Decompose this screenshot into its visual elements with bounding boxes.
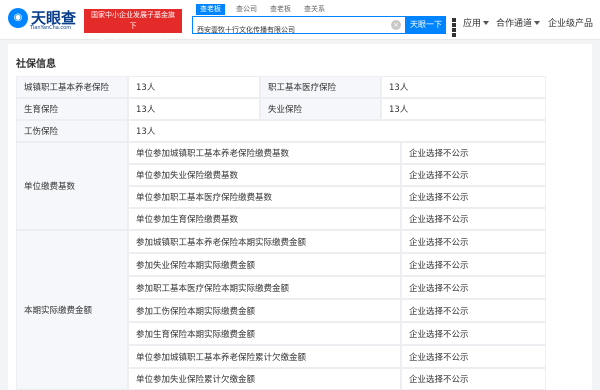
gov-badge[interactable]: 国家中小企业发展子基金旗下 官方备案企业征信机构: [84, 9, 182, 41]
top-header: ◉ 天眼查 TianYanCha.com 国家中小企业发展子基金旗下 官方备案企…: [0, 0, 600, 41]
label-maternity: 生育保险: [16, 98, 128, 120]
table-row-value: 企业选择不公示: [401, 345, 546, 368]
clear-icon[interactable]: ×: [391, 20, 401, 30]
table-row-value: 企业选择不公示: [401, 322, 546, 345]
value-unemployment: 13人: [381, 98, 546, 120]
table-row: 参加工伤保险本期实际缴费金额: [128, 299, 401, 322]
nav-partner-label: 合作通道: [496, 19, 533, 29]
table-row: 单位参加城镇职工基本养老保险累计欠缴金额: [128, 345, 401, 368]
search-tab-boss-2[interactable]: 查老板: [270, 4, 291, 15]
chevron-down-icon: [483, 21, 490, 25]
table-row-value: 企业选择不公示: [401, 368, 546, 390]
table-row: 单位参加城镇职工基本养老保险缴费基数: [128, 142, 401, 164]
table-row-value: 企业选择不公示: [401, 230, 546, 253]
value-injury: 13人: [128, 120, 546, 142]
table-row-value: 企业选择不公示: [401, 208, 546, 230]
search-button[interactable]: 天眼一下: [406, 16, 446, 34]
nav-apps-label: 应用: [463, 19, 482, 29]
label-base-group: 单位缴费基数: [16, 142, 128, 230]
logo-subtext: TianYanCha.com: [30, 25, 72, 31]
table-row: 参加职工基本医疗保险本期实际缴费金额: [128, 276, 401, 299]
gov-badge-line1: 国家中小企业发展子基金旗下: [91, 11, 175, 30]
search-tab-boss[interactable]: 查老板: [196, 4, 225, 15]
search-tab-company[interactable]: 查公司: [236, 4, 257, 15]
table-row: 参加生育保险本期实际缴费金额: [128, 322, 401, 345]
table-row: 参加失业保险本期实际缴费金额: [128, 253, 401, 276]
value-pension: 13人: [128, 76, 260, 98]
social-security-card: 社保信息 城镇职工基本养老保险 13人 职工基本医疗保险 13人 生育保险 13…: [8, 44, 592, 390]
grid-icon: [452, 18, 461, 37]
section-title: 社保信息: [16, 59, 56, 70]
table-row: 单位参加失业保险累计欠缴金额: [128, 368, 401, 390]
search-box: ×: [192, 16, 406, 38]
value-maternity: 13人: [128, 98, 260, 120]
tianyancha-logo[interactable]: ◉ 天眼查 TianYanCha.com: [8, 7, 80, 33]
nav-apps[interactable]: 应用: [452, 17, 490, 37]
search-tab-relation[interactable]: 查关系: [304, 4, 325, 15]
label-pension: 城镇职工基本养老保险: [16, 76, 128, 98]
table-row-value: 企业选择不公示: [401, 253, 546, 276]
label-injury: 工伤保险: [16, 120, 128, 142]
search-input[interactable]: [193, 22, 383, 38]
label-unemployment: 失业保险: [260, 98, 381, 120]
table-row-value: 企业选择不公示: [401, 164, 546, 186]
table-row-value: 企业选择不公示: [401, 186, 546, 208]
table-row-value: 企业选择不公示: [401, 299, 546, 322]
table-row: 参加城镇职工基本养老保险本期实际缴费金额: [128, 230, 401, 253]
label-actual-group: 本期实际缴费金额: [16, 230, 128, 390]
nav-enterprise-label: 企业级产品: [548, 19, 594, 29]
label-medical: 职工基本医疗保险: [260, 76, 381, 98]
value-medical: 13人: [381, 76, 546, 98]
chevron-down-icon: [534, 21, 541, 25]
gov-badge-line2: 官方备案企业征信机构: [98, 33, 168, 41]
table-row-value: 企业选择不公示: [401, 142, 546, 164]
table-row-value: 企业选择不公示: [401, 276, 546, 299]
eye-logo-icon: ◉: [8, 8, 28, 28]
nav-partner[interactable]: 合作通道: [496, 17, 541, 31]
table-row: 单位参加职工基本医疗保险缴费基数: [128, 186, 401, 208]
nav-enterprise[interactable]: 企业级产品: [548, 17, 593, 31]
table-row: 单位参加生育保险缴费基数: [128, 208, 401, 230]
table-row: 单位参加失业保险缴费基数: [128, 164, 401, 186]
